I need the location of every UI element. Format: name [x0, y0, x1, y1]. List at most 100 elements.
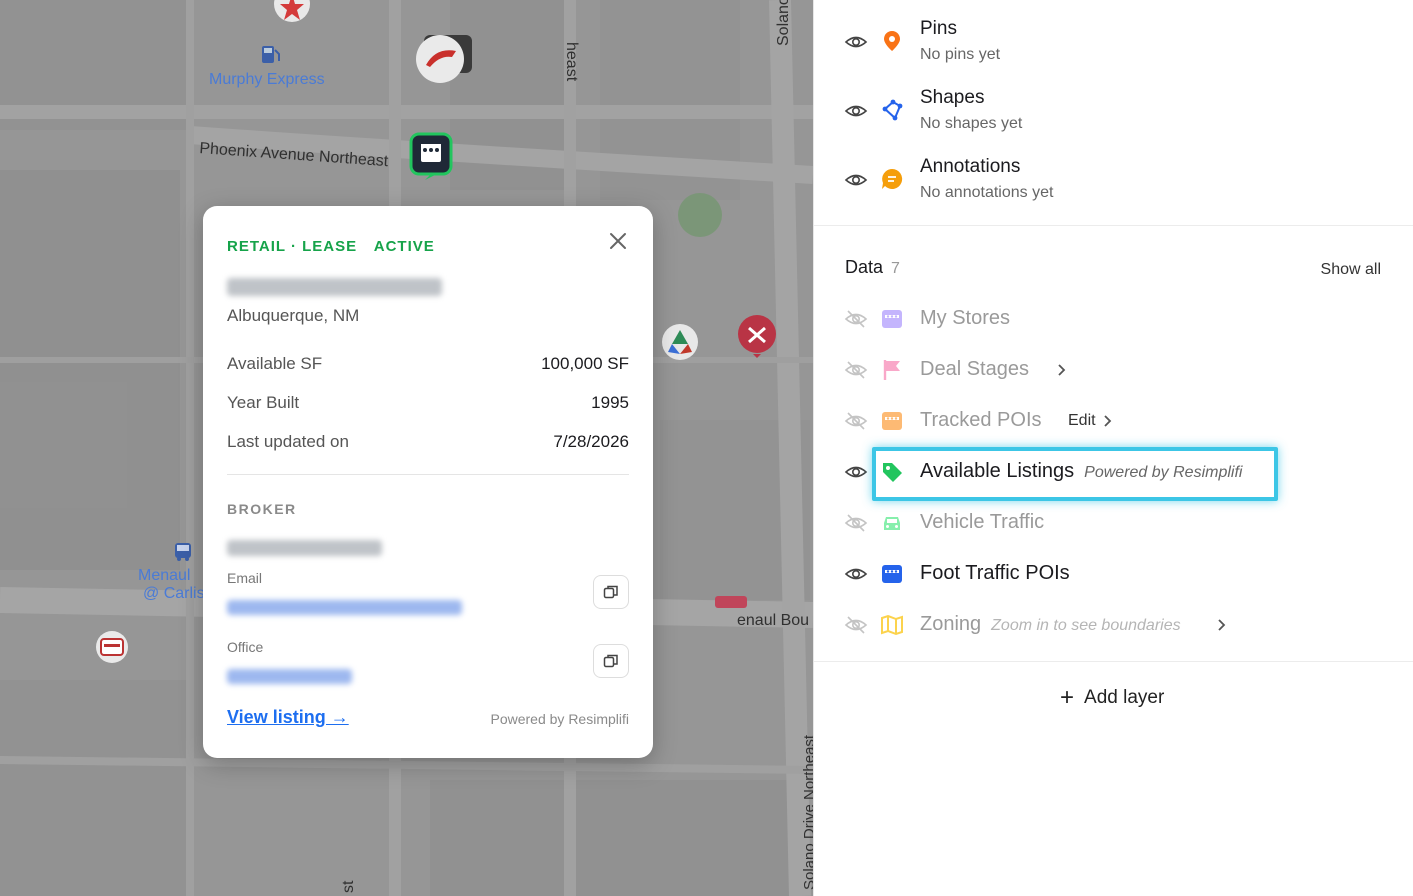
chevron-right-icon[interactable] [1215, 618, 1229, 632]
popup-divider [227, 474, 629, 475]
eye-off-icon[interactable] [844, 307, 868, 331]
row-label: Available SF [227, 354, 323, 373]
layers-panel: Pins No pins yet Shapes No shapes yet An… [813, 0, 1413, 896]
layer-title: Foot Traffic POIs [920, 562, 1070, 584]
bus-stop-icon[interactable] [172, 541, 194, 563]
eye-off-icon[interactable] [844, 511, 868, 535]
show-all-button[interactable]: Show all [1321, 261, 1381, 279]
data-count-badge: 7 [891, 260, 900, 277]
store-icon [882, 565, 902, 583]
data-section-heading: Data 7 [845, 257, 900, 278]
data-layer-vehicle-traffic[interactable]: Vehicle Traffic [814, 503, 1413, 543]
map-fold-icon [881, 614, 903, 636]
listing-address-redacted [227, 278, 442, 296]
map-label-menaul-1[interactable]: Menaul [138, 567, 190, 585]
layer-title: Available Listings Powered by Resimplifi [920, 460, 1242, 483]
broker-office-redacted[interactable] [227, 669, 352, 684]
popup-powered-by: Powered by Resimplifi [490, 711, 630, 727]
copy-icon [603, 654, 618, 668]
chevron-right-icon[interactable] [1055, 363, 1069, 377]
row-value: 7/28/2026 [553, 432, 629, 451]
copy-email-button[interactable] [593, 575, 629, 609]
broker-email-label: Email [227, 570, 263, 586]
pin-icon [884, 31, 900, 51]
restaurant-pin-icon[interactable] [412, 33, 474, 91]
polygon-shape-icon [882, 99, 903, 121]
layer-title-text: Zoning [920, 613, 982, 635]
eye-off-icon[interactable] [844, 358, 868, 382]
layer-subtitle: No shapes yet [920, 115, 1023, 132]
eye-icon[interactable] [844, 168, 868, 192]
broker-office-label: Office [227, 639, 264, 655]
data-layer-deal-stages[interactable]: Deal Stages [814, 350, 1413, 390]
layer-shapes[interactable]: Shapes No shapes yet [814, 85, 1413, 135]
data-layer-foot-traffic-pois[interactable]: Foot Traffic POIs [814, 554, 1413, 594]
map-label-renaul: enaul Bou [737, 612, 810, 629]
layer-title: Shapes [920, 87, 985, 108]
panel-divider [814, 661, 1413, 662]
listing-status-badge: ACTIVE [373, 238, 435, 255]
data-layer-zoning[interactable]: Zoning Zoom in to see boundaries [814, 605, 1413, 645]
selected-store-pin-icon[interactable] [409, 132, 453, 184]
flag-icon [883, 360, 900, 380]
row-value: 1995 [591, 393, 629, 412]
listing-city: Albuquerque, NM [227, 306, 360, 325]
map-label-east-top: heast [563, 42, 580, 82]
listing-row-available-sf: Available SF 100,000 SF [227, 354, 629, 374]
layer-title: Zoning Zoom in to see boundaries [920, 613, 1181, 636]
row-value: 100,000 SF [541, 354, 629, 373]
data-label: Data [845, 257, 884, 277]
recycling-pin-icon[interactable] [660, 324, 700, 368]
layer-powered-by-note: Powered by Resimplifi [1084, 464, 1243, 481]
layer-subtitle: No pins yet [920, 46, 1001, 63]
map-label-st-bottom: st [340, 880, 357, 893]
layer-annotations[interactable]: Annotations No annotations yet [814, 154, 1413, 204]
layer-title: Tracked POIs [920, 409, 1042, 431]
salon-pin-icon[interactable] [737, 314, 779, 360]
listing-popup: RETAIL · LEASE ACTIVE Albuquerque, NM Av… [203, 206, 653, 758]
eye-off-icon[interactable] [844, 613, 868, 637]
eye-icon[interactable] [844, 562, 868, 586]
add-layer-label: Add layer [1084, 687, 1165, 708]
layer-title-text: Available Listings [920, 460, 1075, 482]
map-label-murphy[interactable]: Murphy Express [209, 71, 325, 89]
row-label: Last updated on [227, 432, 349, 451]
copy-icon [603, 585, 618, 599]
map-label-solano-drive: Solano Drive Northeast [801, 734, 813, 890]
data-layer-available-listings[interactable]: Available Listings Powered by Resimplifi [814, 452, 1413, 492]
layer-title: Pins [920, 18, 957, 39]
eye-off-icon[interactable] [844, 409, 868, 433]
data-layer-tracked-pois[interactable]: Tracked POIs Edit [814, 401, 1413, 441]
eye-icon[interactable] [844, 460, 868, 484]
close-icon[interactable] [605, 228, 631, 254]
store-logo-icon[interactable] [715, 595, 747, 611]
eye-icon[interactable] [844, 30, 868, 54]
car-icon [884, 517, 900, 530]
broker-email-redacted[interactable] [227, 600, 462, 615]
store-icon [882, 310, 902, 328]
gas-brand-icon[interactable] [272, 0, 312, 22]
add-layer-button[interactable]: + Add layer [1060, 686, 1164, 710]
data-layer-my-stores[interactable]: My Stores [814, 299, 1413, 339]
edit-tracked-pois-button[interactable]: Edit [1068, 412, 1096, 430]
view-listing-link[interactable]: View listing → [227, 707, 349, 728]
panel-divider [814, 225, 1413, 226]
layer-pins[interactable]: Pins No pins yet [814, 16, 1413, 66]
layer-zoom-note: Zoom in to see boundaries [991, 617, 1181, 634]
layer-subtitle: No annotations yet [920, 184, 1054, 201]
map-label-solano-top: Solano [775, 0, 792, 46]
business-pin-icon[interactable] [92, 630, 132, 664]
eye-icon[interactable] [844, 99, 868, 123]
copy-office-button[interactable] [593, 644, 629, 678]
gas-station-icon[interactable] [259, 44, 283, 66]
broker-section-heading: BROKER [227, 501, 297, 517]
broker-name-redacted [227, 540, 382, 556]
layer-title: Vehicle Traffic [920, 511, 1045, 533]
map-label-menaul-2[interactable]: @ Carlis [143, 585, 205, 603]
listing-row-last-updated: Last updated on 7/28/2026 [227, 432, 629, 452]
comment-icon [882, 168, 903, 189]
map-canvas[interactable]: Murphy Express Phoenix Avenue Northeast … [0, 0, 813, 896]
price-tag-icon [883, 463, 902, 482]
plus-icon: + [1060, 684, 1075, 711]
chevron-right-icon[interactable] [1101, 414, 1115, 428]
